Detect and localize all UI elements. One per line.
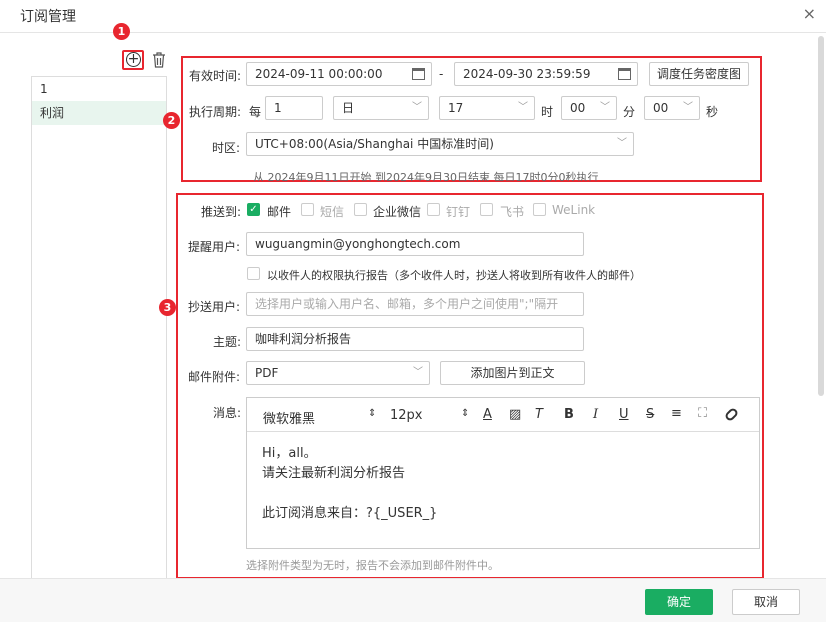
permission-checkbox[interactable]: [247, 267, 260, 280]
add-image-button[interactable]: 添加图片到正文: [440, 361, 585, 385]
list-item[interactable]: 1: [32, 77, 166, 101]
size-select-arrows-icon[interactable]: ⇕: [461, 408, 469, 419]
highlight-icon[interactable]: ▨: [509, 407, 521, 422]
minute-unit-label: 分: [623, 105, 636, 119]
chevron-down-icon: ﹀: [412, 102, 422, 113]
interval-input[interactable]: 1: [265, 96, 323, 120]
period-unit-select[interactable]: 日 ﹀: [333, 96, 429, 120]
body-line: 请关注最新利润分析报告: [262, 466, 406, 481]
font-color-icon[interactable]: A: [483, 407, 492, 422]
body-line: Hi，all。: [262, 446, 317, 461]
channel-checkbox-wecom[interactable]: [354, 203, 367, 216]
schedule-summary: 从 2024年9月11日开始 到2024年9月30日结束 每日17时0分0秒执行: [253, 171, 599, 181]
close-icon[interactable]: ×: [803, 4, 816, 23]
chevron-down-icon: ﹀: [617, 138, 627, 149]
channel-checkbox-email[interactable]: ✓: [247, 203, 260, 216]
message-editor[interactable]: 微软雅黑 ⇕ 12px ⇕ A ▨ T B I U S ≡ ⛶ Hi，all。 …: [246, 397, 760, 549]
permission-option-label: 以收件人的权限执行报告（多个收件人时，抄送人将收到所有收件人的邮件）: [267, 269, 641, 282]
remind-user-input[interactable]: wuguangmin@yonghongtech.com: [246, 232, 584, 256]
align-icon[interactable]: ≡: [671, 406, 682, 421]
font-family-select[interactable]: 微软雅黑: [263, 408, 315, 427]
calendar-icon[interactable]: [618, 68, 631, 80]
hour-select[interactable]: 17 ﹀: [439, 96, 535, 120]
channel-checkbox-feishu[interactable]: [480, 203, 493, 216]
end-time-input[interactable]: 2024-09-30 23:59:59: [454, 62, 638, 86]
channel-label: 企业微信: [373, 205, 422, 219]
annotation-badge-3: 3: [159, 299, 176, 316]
cancel-button[interactable]: 取消: [732, 589, 800, 615]
annotation-badge-1: 1: [113, 23, 130, 40]
channel-label: 钉钉: [446, 205, 471, 219]
channel-checkbox-sms[interactable]: [301, 203, 314, 216]
channel-checkbox-dingtalk[interactable]: [427, 203, 440, 216]
body-line: [262, 484, 437, 504]
second-select[interactable]: 00 ﹀: [644, 96, 700, 120]
channel-label: WeLink: [552, 203, 596, 217]
attachment-select[interactable]: PDF ﹀: [246, 361, 430, 385]
subject-label: 主题:: [213, 335, 242, 349]
subject-input[interactable]: 咖啡利润分析报告: [246, 327, 584, 351]
editor-toolbar: 微软雅黑 ⇕ 12px ⇕ A ▨ T B I U S ≡ ⛶: [247, 398, 759, 432]
editor-content[interactable]: Hi，all。 请关注最新利润分析报告 此订阅消息来自：?{_USER_}: [262, 444, 437, 524]
message-label: 消息:: [213, 406, 242, 420]
strikethrough-icon[interactable]: S: [646, 407, 654, 422]
confirm-button[interactable]: 确定: [645, 589, 713, 615]
cc-user-input[interactable]: 选择用户或输入用户名、邮箱，多个用户之间使用";"隔开: [246, 292, 584, 316]
font-select-arrows-icon[interactable]: ⇕: [368, 408, 376, 419]
period-label: 执行周期:: [189, 105, 242, 119]
calendar-icon[interactable]: [412, 68, 425, 80]
second-unit-label: 秒: [706, 105, 719, 119]
minute-select[interactable]: 00 ﹀: [561, 96, 617, 120]
density-chart-button[interactable]: 调度任务密度图: [649, 62, 749, 86]
body-line: 此订阅消息来自：?{_USER_}: [262, 506, 438, 521]
link-icon[interactable]: [723, 406, 740, 423]
range-dash: -: [439, 67, 444, 81]
clear-format-icon[interactable]: T: [535, 407, 543, 422]
channel-checkbox-welink[interactable]: [533, 203, 546, 216]
chevron-down-icon: ﹀: [413, 367, 423, 378]
underline-icon[interactable]: U: [619, 407, 629, 422]
annotation-badge-2: 2: [163, 112, 180, 129]
chevron-down-icon: ﹀: [518, 102, 528, 113]
hour-unit-label: 时: [541, 105, 554, 119]
start-time-input[interactable]: 2024-09-11 00:00:00: [246, 62, 432, 86]
chevron-down-icon: ﹀: [600, 102, 610, 113]
subscription-list: 1 利润: [31, 76, 167, 586]
scrollbar[interactable]: [818, 36, 824, 396]
attachment-hint: 选择附件类型为无时，报告不会添加到邮件附件中。: [246, 559, 499, 572]
dialog-title: 订阅管理: [20, 9, 76, 25]
cc-user-label: 抄送用户:: [188, 300, 241, 314]
chevron-down-icon: ﹀: [683, 102, 693, 113]
push-to-label: 推送到:: [201, 205, 242, 219]
font-size-select[interactable]: 12px: [390, 408, 423, 423]
channel-label: 邮件: [267, 205, 292, 219]
channel-label: 飞书: [500, 205, 525, 219]
list-item[interactable]: 利润: [32, 101, 166, 125]
fullscreen-icon[interactable]: ⛶: [698, 406, 707, 421]
attachment-label: 邮件附件:: [188, 370, 241, 384]
timezone-label: 时区:: [212, 141, 241, 155]
valid-time-label: 有效时间:: [189, 69, 242, 83]
delete-icon[interactable]: [152, 52, 166, 68]
channel-label: 短信: [320, 205, 345, 219]
every-label: 每: [249, 105, 262, 119]
remind-user-label: 提醒用户:: [188, 240, 241, 254]
add-icon[interactable]: +: [126, 52, 141, 67]
italic-icon[interactable]: I: [593, 407, 598, 422]
timezone-select[interactable]: UTC+08:00(Asia/Shanghai 中国标准时间) ﹀: [246, 132, 634, 156]
bold-icon[interactable]: B: [564, 407, 574, 422]
